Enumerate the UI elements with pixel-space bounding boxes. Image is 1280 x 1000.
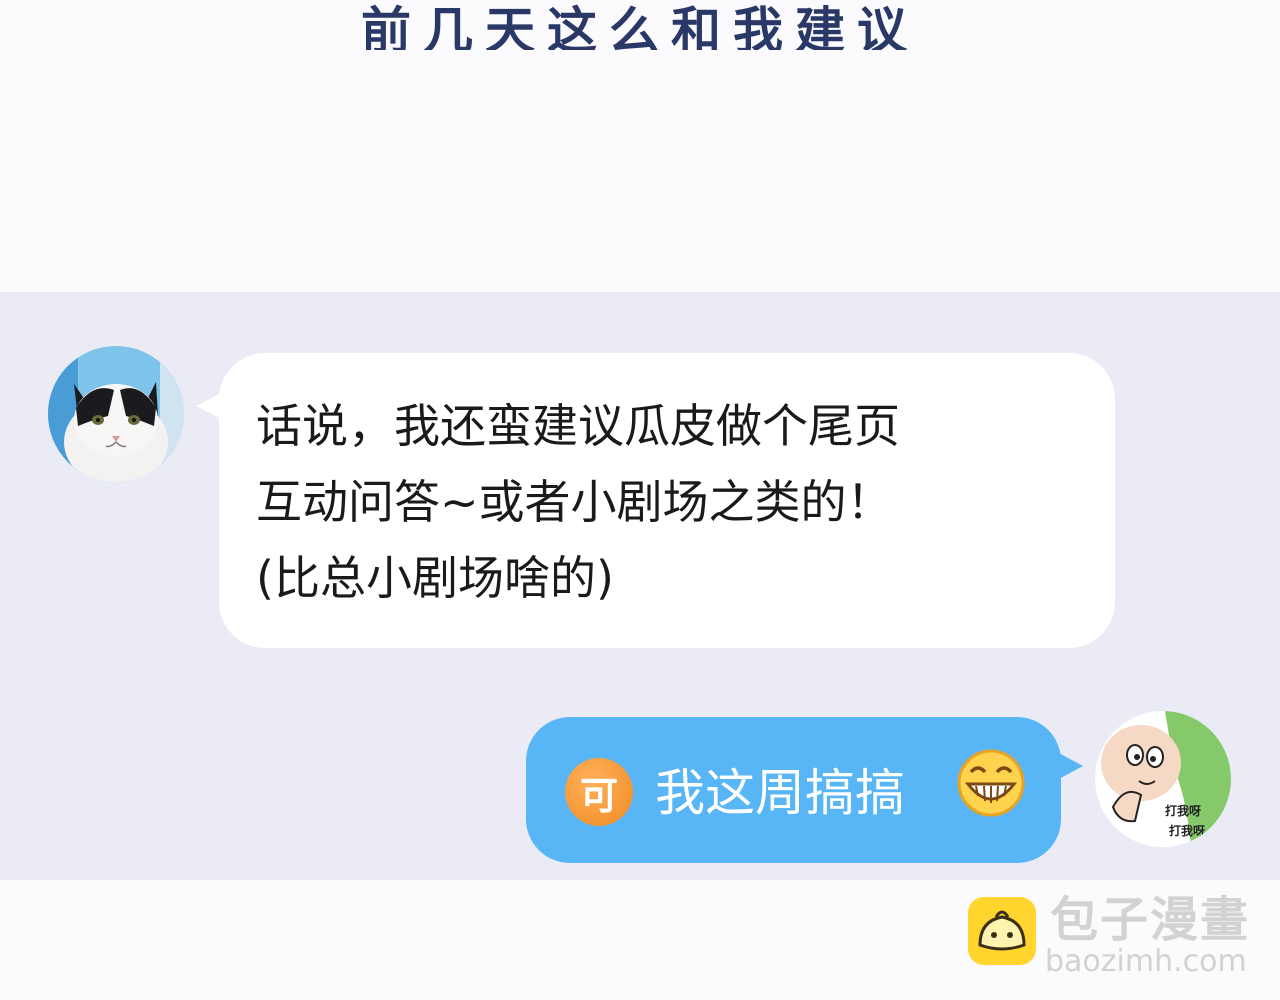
brand-url[interactable]: baozimh.com	[1045, 944, 1247, 980]
brand-name: 包子漫畫	[1050, 892, 1251, 948]
message-line: 话说，我还蛮建议瓜皮做个尾页	[256, 399, 900, 453]
message-line: 互动问答~或者小剧场之类的！	[256, 475, 893, 529]
grinning-face-icon	[956, 748, 1026, 818]
top-caption: 前几天这么和我建议	[0, 0, 1280, 51]
outgoing-message-text: 我这周搞搞	[655, 764, 905, 822]
ke-emoji-badge: 可	[565, 758, 633, 826]
message-line: (比总小剧场啥的)	[256, 551, 614, 605]
bun-logo-icon	[966, 895, 1038, 967]
outgoing-bubble-tail	[1057, 752, 1083, 780]
caption-text: 前几天这么和我建议	[361, 1, 919, 51]
avatar-caption: 打我呀	[1169, 823, 1205, 838]
avatar-caption: 打我呀	[1165, 803, 1201, 818]
cartoon-avatar-icon[interactable]: 打我呀 打我呀	[1095, 711, 1231, 847]
incoming-message-text: 话说，我还蛮建议瓜皮做个尾页 互动问答~或者小剧场之类的！ (比总小剧场啥的)	[256, 388, 1086, 616]
cat-avatar-icon[interactable]	[48, 346, 184, 482]
